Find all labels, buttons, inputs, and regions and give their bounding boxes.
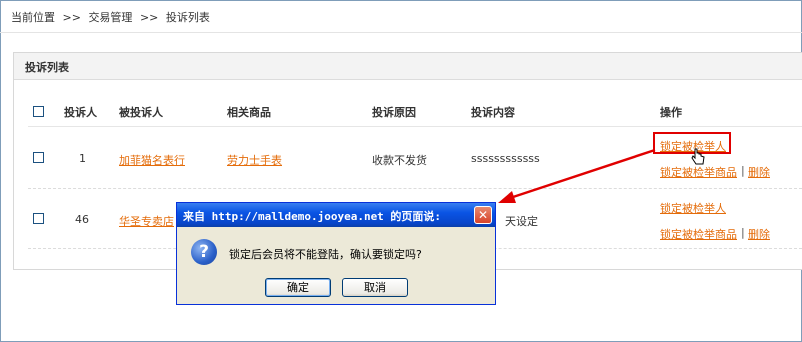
dialog-message: 锁定后会员将不能登陆，确认要锁定吗? — [229, 248, 422, 261]
alert-dialog: 来自 http://malldemo.jooyea.net 的页面说: ✕ ? … — [176, 202, 496, 305]
cancel-button[interactable]: 取消 — [342, 278, 408, 297]
ok-button[interactable]: 确定 — [265, 278, 331, 297]
question-icon: ? — [191, 239, 217, 265]
dialog-title-bar[interactable]: 来自 http://malldemo.jooyea.net 的页面说: ✕ — [177, 203, 495, 227]
hand-cursor-icon — [691, 148, 705, 165]
dialog-title: 来自 http://malldemo.jooyea.net 的页面说: — [183, 210, 442, 223]
close-icon[interactable]: ✕ — [474, 206, 492, 224]
